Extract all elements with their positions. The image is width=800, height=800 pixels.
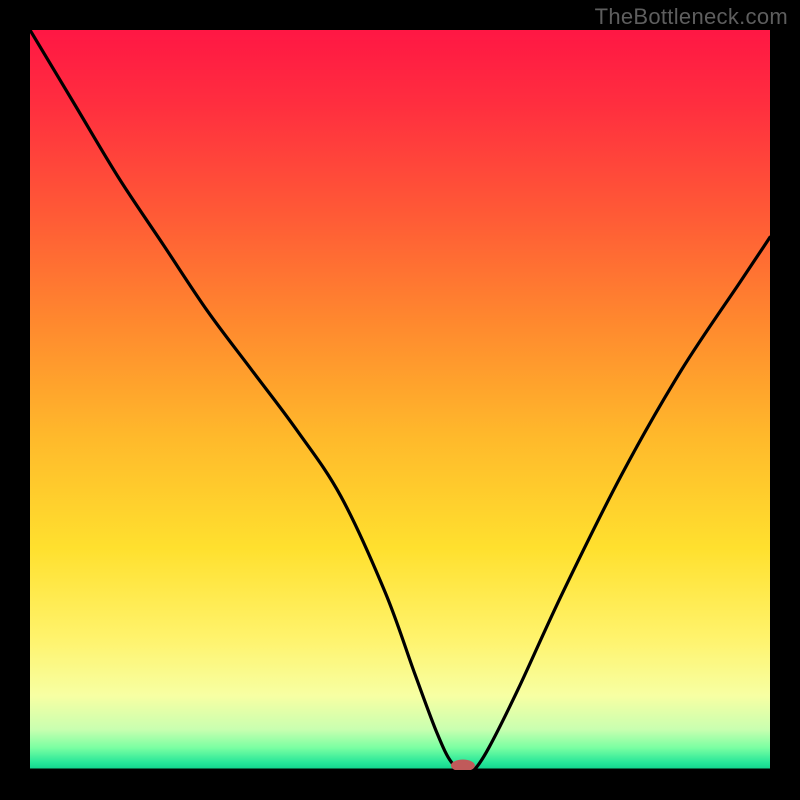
gradient-background <box>30 30 770 770</box>
bottleneck-chart-svg <box>30 30 770 770</box>
plot-area <box>30 30 770 770</box>
chart-frame: TheBottleneck.com <box>0 0 800 800</box>
watermark-text: TheBottleneck.com <box>595 4 788 30</box>
